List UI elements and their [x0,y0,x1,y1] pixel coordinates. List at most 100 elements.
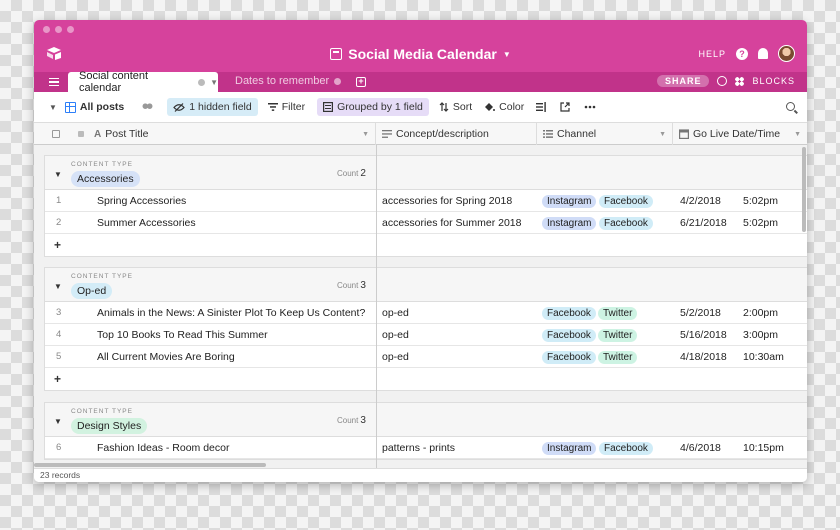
time-cell[interactable]: 10:15pm [743,442,784,454]
column-label: Channel [557,128,597,140]
date-cell[interactable]: 4/2/2018 [680,195,721,207]
help-icon[interactable]: ? [736,47,748,60]
info-icon[interactable] [334,77,342,85]
time-cell[interactable]: 10:30am [743,351,784,363]
chevron-down-icon[interactable]: ▼ [362,131,369,138]
concept-cell[interactable]: op-ed [382,307,409,319]
group-count: Count 2 [337,168,366,179]
add-record-row[interactable]: + [45,234,807,256]
column-header-concept[interactable]: Concept/description [376,123,537,145]
time-cell[interactable]: 5:02pm [743,217,778,229]
table-row[interactable]: 3 Animals in the News: A Sinister Plot T… [45,302,807,324]
group-field-label: CONTENT TYPE [71,408,133,415]
column-header-post-title[interactable]: A Post Title ▼ [34,123,376,145]
collapse-group-icon[interactable]: ▼ [54,170,62,179]
blocks-icon[interactable] [735,76,745,86]
horizontal-scrollbar[interactable] [34,463,266,467]
post-title-cell[interactable]: All Current Movies Are Boring [97,351,235,363]
channel-tag-instagram: Instagram [542,442,597,455]
table-row[interactable]: 6 Fashion Ideas - Room decor patterns - … [45,437,807,459]
sort-label: Sort [452,101,473,113]
post-title-cell[interactable]: Summer Accessories [97,217,196,229]
group-header[interactable]: ▼ CONTENT TYPE Design Styles Count 3 [45,403,807,437]
add-record-icon[interactable]: + [54,372,61,386]
user-avatar[interactable] [778,45,795,62]
concept-cell[interactable]: op-ed [382,329,409,341]
channel-tag-instagram: Instagram [542,195,597,208]
time-cell[interactable]: 5:02pm [743,195,778,207]
column-label: Go Live Date/Time [693,128,781,140]
maximize-window-button[interactable] [67,26,74,33]
concept-cell[interactable]: accessories for Spring 2018 [382,195,512,207]
time-cell[interactable]: 2:00pm [743,307,778,319]
view-name: All posts [79,101,125,113]
base-title[interactable]: Social Media Calendar ▼ [34,46,807,62]
tab-social-content-calendar[interactable]: Social content calendar ▼ [68,70,218,94]
grid-body: ▼ CONTENT TYPE Accessories Count 2 1 Spri… [34,145,807,468]
close-window-button[interactable] [43,26,50,33]
share-view-icon[interactable] [560,102,570,112]
time-cell[interactable]: 3:00pm [743,329,778,341]
more-options-icon[interactable] [584,105,596,109]
add-record-icon[interactable]: + [54,238,61,252]
concept-cell[interactable]: accessories for Summer 2018 [382,217,521,229]
search-icon[interactable] [786,102,795,111]
collapse-group-icon[interactable]: ▼ [54,417,62,426]
concept-cell[interactable]: patterns - prints [382,442,455,454]
color-button[interactable]: Color [484,101,524,113]
date-cell[interactable]: 4/6/2018 [680,442,721,454]
post-title-cell[interactable]: Animals in the News: A Sinister Plot To … [97,307,365,319]
group-header[interactable]: ▼ CONTENT TYPE Accessories Count 2 [45,156,807,190]
post-title-cell[interactable]: Spring Accessories [97,195,186,207]
add-table-button[interactable]: + [356,77,366,87]
row-number: 1 [56,195,62,206]
table-row[interactable]: 1 Spring Accessories accessories for Spr… [45,190,807,212]
chevron-down-icon: ▼ [502,49,511,59]
history-icon[interactable] [717,76,728,86]
column-header-channel[interactable]: Channel ▼ [537,123,673,145]
group-button[interactable]: Grouped by 1 field [317,98,429,116]
chevron-down-icon[interactable]: ▼ [210,78,218,87]
channel-tag-facebook: Facebook [599,217,653,230]
menu-icon[interactable] [49,78,59,86]
post-title-cell[interactable]: Top 10 Books To Read This Summer [97,329,268,341]
minimize-window-button[interactable] [55,26,62,33]
share-button[interactable]: SHARE [656,75,710,87]
collaborators-icon[interactable] [142,103,154,111]
hide-fields-button[interactable]: 1 hidden field [167,98,258,116]
column-header-golive[interactable]: Go Live Date/Time ▼ [673,123,807,145]
vertical-scrollbar[interactable] [802,147,806,232]
channel-tag-facebook: Facebook [542,351,596,364]
sort-button[interactable]: Sort [439,101,472,113]
row-height-icon[interactable] [536,102,547,112]
lock-icon [78,131,84,137]
date-cell[interactable]: 5/16/2018 [680,329,727,341]
blocks-button[interactable]: BLOCKS [752,76,795,86]
row-number: 4 [56,329,62,340]
table-row[interactable]: 5 All Current Movies Are Boring op-ed Fa… [45,346,807,368]
table-row[interactable]: 4 Top 10 Books To Read This Summer op-ed… [45,324,807,346]
calendar-icon [330,48,343,60]
tab-dates-to-remember[interactable]: Dates to remember [235,75,342,87]
date-cell[interactable]: 4/18/2018 [680,351,727,363]
select-all-checkbox[interactable] [52,130,60,138]
chevron-down-icon[interactable]: ▼ [794,131,801,138]
date-cell[interactable]: 5/2/2018 [680,307,721,319]
post-title-cell[interactable]: Fashion Ideas - Room decor [97,442,229,454]
filter-button[interactable]: Filter [267,101,305,113]
help-link[interactable]: HELP [698,49,726,59]
date-cell[interactable]: 6/21/2018 [680,217,727,229]
group-header[interactable]: ▼ CONTENT TYPE Op-ed Count 3 [45,268,807,302]
chevron-down-icon[interactable]: ▼ [49,103,57,112]
view-switcher[interactable]: All posts [64,101,125,113]
concept-cell[interactable]: op-ed [382,351,409,363]
title-bar: Social Media Calendar ▼ HELP ? [34,20,807,72]
chevron-down-icon[interactable]: ▼ [659,131,666,138]
collapse-group-icon[interactable]: ▼ [54,282,62,291]
info-icon[interactable] [198,78,206,86]
table-row[interactable]: 2 Summer Accessories accessories for Sum… [45,212,807,234]
add-record-row[interactable]: + [45,368,807,390]
eye-slash-icon [173,102,186,112]
notification-bell-icon[interactable] [758,48,768,59]
channel-tag-twitter: Twitter [598,329,638,342]
